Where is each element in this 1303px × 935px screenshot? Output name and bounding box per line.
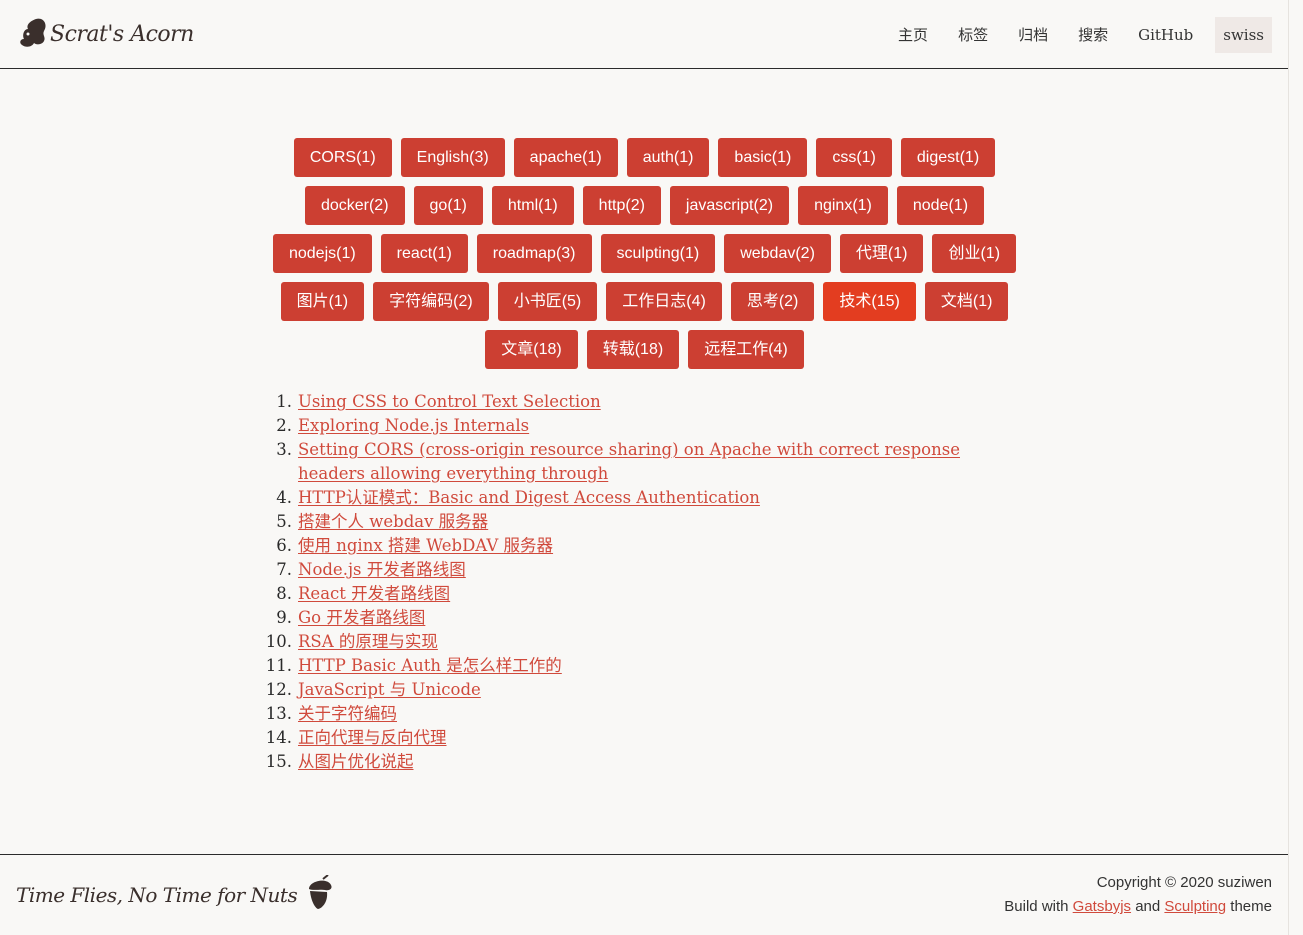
build-with-text: Build with	[1004, 898, 1069, 915]
footer-credits: Copyright © 2020 suziwen Build with Gats…	[1004, 871, 1272, 919]
tag-button[interactable]: 远程工作(4)	[688, 330, 804, 369]
post-link[interactable]: Go 开发者路线图	[298, 608, 425, 627]
tag-button[interactable]: 创业(1)	[932, 234, 1017, 273]
post-link[interactable]: JavaScript 与 Unicode	[298, 680, 481, 699]
tag-button[interactable]: sculpting(1)	[600, 234, 716, 273]
site-logo[interactable]: Scrat's Acorn	[16, 15, 194, 53]
nav-archive[interactable]: 归档	[1010, 17, 1056, 53]
post-link[interactable]: 从图片优化说起	[298, 752, 414, 771]
post-link[interactable]: HTTP认证模式：Basic and Digest Access Authent…	[298, 488, 760, 507]
tag-button[interactable]: digest(1)	[900, 138, 996, 177]
tag-button[interactable]: nginx(1)	[798, 186, 888, 225]
list-item: JavaScript 与 Unicode	[266, 678, 998, 702]
post-list: Using CSS to Control Text Selection Explo…	[266, 390, 998, 774]
main-nav: 主页 标签 归档 搜索 GitHub swiss	[876, 17, 1272, 53]
list-item: React 开发者路线图	[276, 582, 998, 606]
tag-cloud: CORS(1) English(3) apache(1) auth(1) basic(1…	[272, 138, 1017, 369]
post-link[interactable]: Node.js 开发者路线图	[298, 560, 466, 579]
list-item: Using CSS to Control Text Selection	[276, 390, 998, 414]
theme-text: theme	[1230, 898, 1272, 915]
tag-button[interactable]: roadmap(3)	[476, 234, 592, 273]
acorn-icon	[301, 874, 335, 915]
tag-button[interactable]: basic(1)	[718, 138, 808, 177]
copyright-text: Copyright © 2020 suziwen	[1096, 874, 1272, 891]
tag-button[interactable]: html(1)	[491, 186, 574, 225]
post-link[interactable]: Exploring Node.js Internals	[298, 416, 529, 435]
post-link[interactable]: Using CSS to Control Text Selection	[298, 392, 601, 411]
tag-button[interactable]: nodejs(1)	[272, 234, 372, 273]
build-line: Build with Gatsbyjs and Sculpting theme	[1004, 895, 1272, 919]
post-link[interactable]: 正向代理与反向代理	[298, 728, 447, 747]
post-link[interactable]: 使用 nginx 搭建 WebDAV 服务器	[298, 536, 553, 555]
tag-button[interactable]: http(2)	[582, 186, 661, 225]
tag-button[interactable]: auth(1)	[626, 138, 710, 177]
page: Scrat's Acorn 主页 标签 归档 搜索 GitHub swiss C…	[0, 0, 1288, 935]
tag-button[interactable]: 文章(18)	[485, 330, 578, 369]
site-footer: Time Flies, No Time for Nuts Copyright ©…	[0, 854, 1288, 935]
tag-button[interactable]: 文档(1)	[924, 282, 1009, 321]
site-header: Scrat's Acorn 主页 标签 归档 搜索 GitHub swiss	[0, 0, 1288, 69]
tag-button[interactable]: apache(1)	[513, 138, 618, 177]
page-scrollbar[interactable]	[1288, 0, 1303, 935]
tag-button[interactable]: 转载(18)	[586, 330, 680, 369]
tag-button[interactable]: javascript(2)	[669, 186, 790, 225]
list-item: Setting CORS (cross-origin resource shar…	[276, 438, 998, 486]
tag-button[interactable]: 图片(1)	[280, 282, 365, 321]
tag-button[interactable]: CORS(1)	[293, 138, 392, 177]
nav-theme-swiss[interactable]: swiss	[1215, 17, 1272, 53]
tag-button[interactable]: 代理(1)	[839, 234, 924, 273]
nav-tags[interactable]: 标签	[950, 17, 996, 53]
post-link[interactable]: React 开发者路线图	[298, 584, 450, 603]
tag-button[interactable]: docker(2)	[304, 186, 405, 225]
list-item: RSA 的原理与实现	[266, 630, 998, 654]
list-item: HTTP认证模式：Basic and Digest Access Authent…	[276, 486, 998, 510]
list-item: 正向代理与反向代理	[266, 726, 998, 750]
post-link[interactable]: HTTP Basic Auth 是怎么样工作的	[298, 656, 562, 675]
list-item: Node.js 开发者路线图	[276, 558, 998, 582]
post-link[interactable]: 关于字符编码	[298, 704, 397, 723]
tag-button[interactable]: css(1)	[816, 138, 892, 177]
squirrel-icon	[16, 15, 48, 53]
tag-button[interactable]: 技术(15)	[823, 282, 916, 321]
list-item: 搭建个人 webdav 服务器	[276, 510, 998, 534]
post-link[interactable]: Setting CORS (cross-origin resource shar…	[298, 440, 960, 483]
nav-github[interactable]: GitHub	[1130, 17, 1201, 53]
tag-button[interactable]: 小书匠(5)	[497, 282, 598, 321]
and-text: and	[1135, 898, 1161, 915]
tag-button[interactable]: English(3)	[400, 138, 505, 177]
tag-button[interactable]: 思考(2)	[730, 282, 815, 321]
list-item: Exploring Node.js Internals	[276, 414, 998, 438]
sculpting-link[interactable]: Sculpting	[1164, 898, 1226, 915]
tag-button[interactable]: 字符编码(2)	[373, 282, 489, 321]
slogan-text: Time Flies, No Time for Nuts	[16, 883, 298, 907]
list-item: 关于字符编码	[266, 702, 998, 726]
nav-home[interactable]: 主页	[890, 17, 936, 53]
tag-button[interactable]: 工作日志(4)	[606, 282, 722, 321]
post-link[interactable]: RSA 的原理与实现	[298, 632, 438, 651]
post-link[interactable]: 搭建个人 webdav 服务器	[298, 512, 488, 531]
tag-button[interactable]: go(1)	[413, 186, 483, 225]
list-item: 从图片优化说起	[266, 750, 998, 774]
list-item: Go 开发者路线图	[276, 606, 998, 630]
nav-search[interactable]: 搜索	[1070, 17, 1116, 53]
gatsby-link[interactable]: Gatsbyjs	[1073, 898, 1131, 915]
tag-button[interactable]: react(1)	[380, 234, 468, 273]
tag-button[interactable]: webdav(2)	[724, 234, 831, 273]
tag-button[interactable]: node(1)	[896, 186, 985, 225]
list-item: HTTP Basic Auth 是怎么样工作的	[266, 654, 998, 678]
logo-text: Scrat's Acorn	[50, 21, 194, 47]
list-item: 使用 nginx 搭建 WebDAV 服务器	[276, 534, 998, 558]
footer-slogan: Time Flies, No Time for Nuts	[16, 874, 335, 915]
